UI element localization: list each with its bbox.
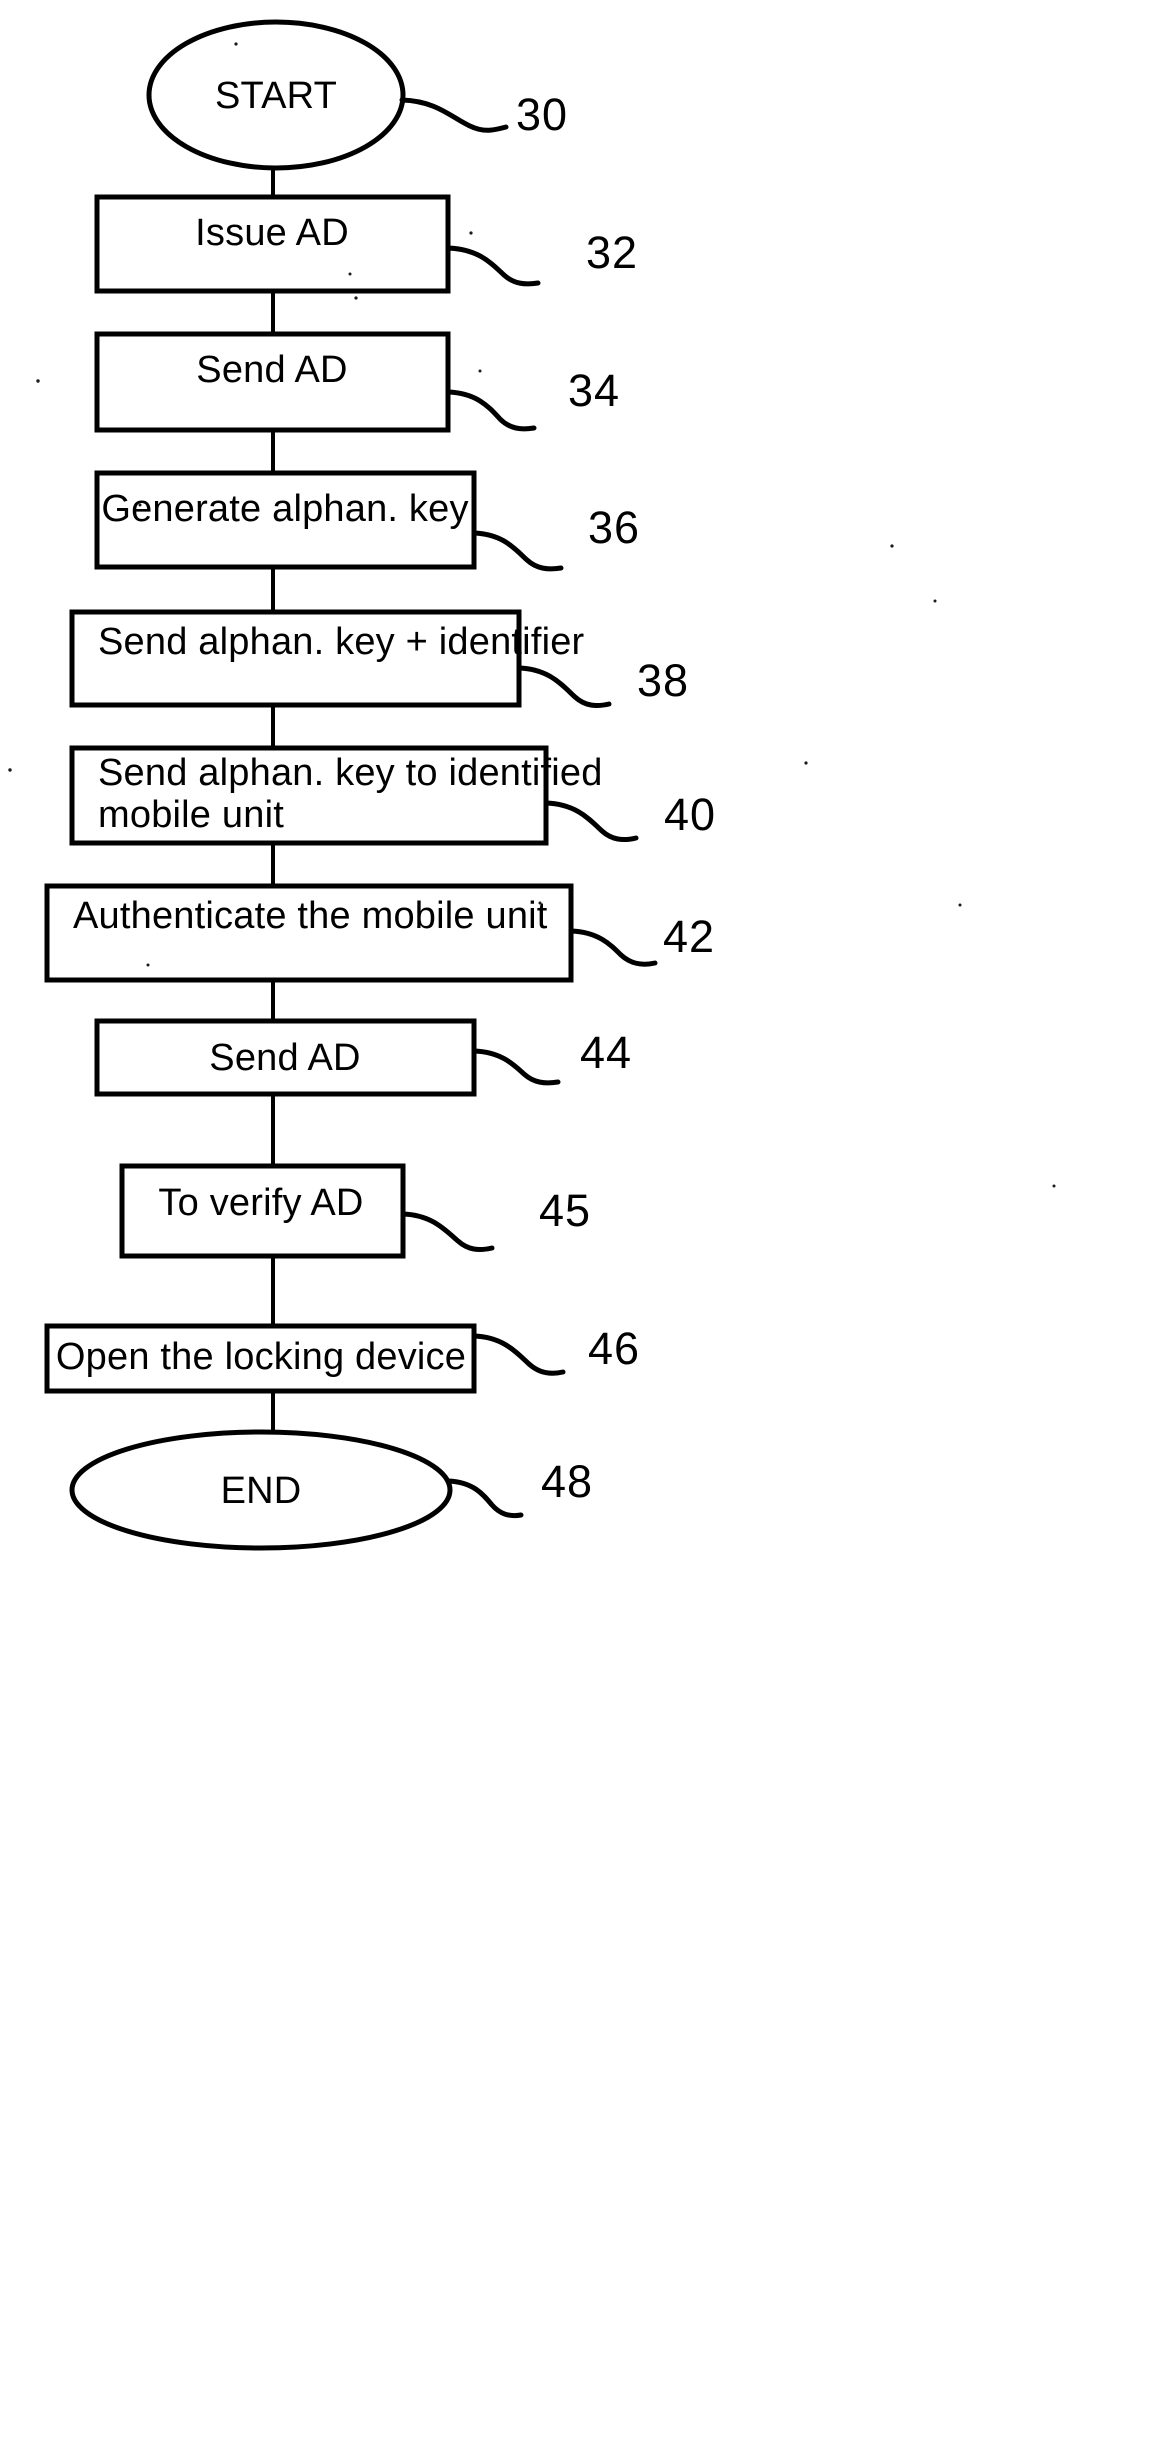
node-verify-ad[interactable]: To verify AD [119,1163,406,1259]
leader-line-42 [568,928,658,967]
scan-speck [538,901,542,905]
patent-flowchart-figure: START 30 Issue AD 32 Send AD 34 Generate… [0,0,1158,2447]
leader-line-44 [471,1048,561,1086]
ref-number-38: 38 [637,655,689,706]
scan-speck [36,379,40,383]
node-send-key-mobile[interactable]: Send alphan. key to identified mobile un… [69,745,603,846]
leader-line-46 [471,1333,566,1376]
ref-number-46: 46 [588,1323,640,1374]
send-ad-2-label: Send AD [209,1037,360,1079]
scan-speck [348,272,352,276]
node-send-ad-2[interactable]: Send AD [94,1018,477,1097]
leader-line-32 [445,245,541,287]
authenticate-label: Authenticate the mobile unit [73,895,548,937]
scan-speck [469,231,473,235]
node-authenticate[interactable]: Authenticate the mobile unit [44,883,574,983]
issue-ad-label: Issue AD [195,212,349,254]
leader-line-30 [399,97,509,133]
scan-speck [354,296,358,300]
leader-authenticate: 42 [568,911,715,967]
leader-end: 48 [445,1456,593,1519]
end-label: END [221,1470,302,1512]
node-send-key-identifier[interactable]: Send alphan. key + identifier [69,609,585,708]
scan-speck [138,503,142,507]
node-open-lock[interactable]: Open the locking device [44,1323,477,1394]
send-key-identifier-label: Send alphan. key + identifier [98,621,585,663]
scan-speck [146,963,150,967]
ref-number-40: 40 [664,789,716,840]
leader-issue-ad: 32 [445,227,638,287]
node-end[interactable]: END [69,1429,453,1551]
leader-line-34 [445,389,537,432]
node-issue-ad[interactable]: Issue AD [94,194,451,294]
ref-number-30: 30 [516,89,568,140]
leader-line-45 [400,1211,495,1252]
leader-generate-key: 36 [471,502,640,572]
node-generate-key[interactable]: Generate alphan. key [94,470,477,570]
send-ad-1-label: Send AD [196,349,347,391]
ref-number-42: 42 [663,911,715,962]
send-key-mobile-label-line2: mobile unit [98,794,284,836]
ref-number-48: 48 [541,1456,593,1507]
leader-verify-ad: 45 [400,1185,591,1252]
ref-number-32: 32 [586,227,638,278]
generate-key-label: Generate alphan. key [101,488,468,530]
scan-speck [234,42,238,46]
ref-number-36: 36 [588,502,640,553]
ref-number-34: 34 [568,365,620,416]
leader-line-36 [471,530,564,572]
scan-speck [890,544,894,548]
scan-speck [8,768,12,772]
ref-number-45: 45 [539,1185,591,1236]
scan-speck [933,599,937,603]
leader-send-key-mobile: 40 [543,789,716,842]
node-send-ad-1[interactable]: Send AD [94,331,451,433]
node-start[interactable]: START [146,19,406,171]
leader-send-ad-2: 44 [471,1027,632,1086]
ref-number-44: 44 [580,1027,632,1078]
leader-line-48 [445,1478,524,1519]
leader-open-lock: 46 [471,1323,640,1376]
verify-ad-label: To verify AD [158,1182,363,1224]
open-lock-label: Open the locking device [56,1336,466,1378]
start-label: START [215,75,337,117]
scan-speck [804,761,808,765]
leader-start: 30 [399,89,568,140]
leader-send-ad-1: 34 [445,365,620,432]
leader-line-40 [543,800,639,842]
scan-speck [478,369,482,373]
scan-speck [958,903,962,907]
send-key-mobile-label-line1: Send alphan. key to identified [98,752,603,794]
flowchart-canvas: START 30 Issue AD 32 Send AD 34 Generate… [8,19,1056,1551]
scan-speck [1052,1184,1056,1188]
leader-line-38 [516,665,612,708]
